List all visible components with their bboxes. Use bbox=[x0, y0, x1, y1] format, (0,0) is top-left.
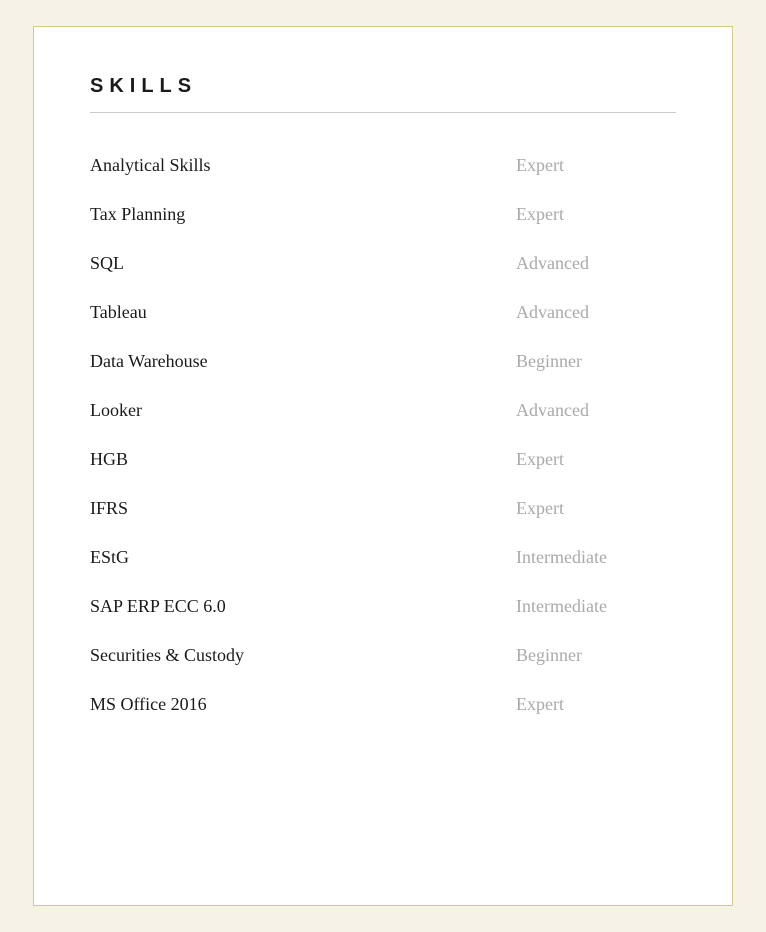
table-row: HGB Expert bbox=[90, 435, 676, 484]
skill-level: Beginner bbox=[516, 351, 676, 372]
table-row: IFRS Expert bbox=[90, 484, 676, 533]
table-row: Tax Planning Expert bbox=[90, 190, 676, 239]
skill-name: HGB bbox=[90, 449, 128, 470]
skill-level: Intermediate bbox=[516, 596, 676, 617]
skill-level: Expert bbox=[516, 155, 676, 176]
skill-level: Expert bbox=[516, 498, 676, 519]
skill-name: Tax Planning bbox=[90, 204, 185, 225]
section-title: SKILLS bbox=[90, 75, 676, 98]
skills-card: SKILLS Analytical SkillsExpertTax Planni… bbox=[33, 26, 733, 906]
table-row: Securities & Custody Beginner bbox=[90, 631, 676, 680]
skill-name: Data Warehouse bbox=[90, 351, 208, 372]
skill-level: Intermediate bbox=[516, 547, 676, 568]
section-divider bbox=[90, 112, 676, 113]
skill-name: EStG bbox=[90, 547, 129, 568]
table-row: SAP ERP ECC 6.0 Intermediate bbox=[90, 582, 676, 631]
skill-level: Advanced bbox=[516, 400, 676, 421]
skill-level: Beginner bbox=[516, 645, 676, 666]
table-row: EStG Intermediate bbox=[90, 533, 676, 582]
table-row: Data Warehouse Beginner bbox=[90, 337, 676, 386]
skill-name: Looker bbox=[90, 400, 142, 421]
table-row: Looker Advanced bbox=[90, 386, 676, 435]
skill-name: IFRS bbox=[90, 498, 128, 519]
skill-name: Analytical Skills bbox=[90, 155, 211, 176]
skill-name: Securities & Custody bbox=[90, 645, 244, 666]
skill-name: SAP ERP ECC 6.0 bbox=[90, 596, 226, 617]
skill-level: Expert bbox=[516, 449, 676, 470]
table-row: MS Office 2016 Expert bbox=[90, 680, 676, 729]
skill-level: Advanced bbox=[516, 253, 676, 274]
table-row: Tableau Advanced bbox=[90, 288, 676, 337]
skill-name: SQL bbox=[90, 253, 124, 274]
table-row: SQL Advanced bbox=[90, 239, 676, 288]
skill-name: Tableau bbox=[90, 302, 147, 323]
skill-level: Expert bbox=[516, 204, 676, 225]
skill-level: Expert bbox=[516, 694, 676, 715]
skill-level: Advanced bbox=[516, 302, 676, 323]
skill-name: MS Office 2016 bbox=[90, 694, 207, 715]
skills-list: Analytical Skills Expert Tax Planning Exper… bbox=[90, 141, 676, 729]
table-row: Analytical Skills Expert bbox=[90, 141, 676, 190]
